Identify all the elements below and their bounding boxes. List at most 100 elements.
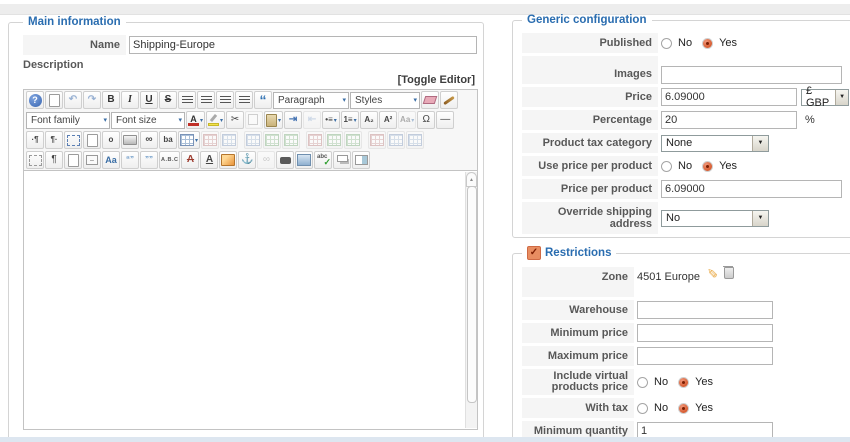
scrollbar-thumb[interactable] (467, 186, 477, 403)
bullet-list-icon[interactable]: •≡ ▾ (322, 111, 341, 129)
warehouse-input[interactable] (637, 301, 773, 319)
published-yes-radio[interactable] (702, 37, 714, 49)
unlink-icon[interactable]: ∞ (257, 151, 276, 169)
price-per-product-input[interactable] (661, 180, 842, 198)
insert-column-before-icon[interactable] (325, 131, 344, 149)
insert-column-after-icon[interactable] (344, 131, 363, 149)
align-right-icon[interactable] (216, 91, 234, 109)
source-code-icon[interactable]: o (102, 131, 120, 149)
maximum-price-input[interactable] (637, 347, 773, 365)
insert-media-icon[interactable] (295, 151, 314, 169)
find-replace-icon[interactable]: ba (159, 131, 177, 149)
name-input[interactable] (129, 36, 477, 54)
product-tax-category-select[interactable]: None ▼ (661, 134, 769, 152)
horizontal-rule-icon[interactable]: — (436, 111, 455, 129)
preview-icon[interactable] (83, 131, 101, 149)
insertion-icon[interactable]: A (200, 151, 219, 169)
insert-table-icon[interactable]: ▾ (178, 131, 201, 149)
percentage-input[interactable] (661, 111, 797, 129)
underline-icon[interactable]: U (140, 91, 158, 109)
style-props-icon[interactable]: Aa (102, 151, 120, 169)
align-center-icon[interactable] (197, 91, 215, 109)
nonbreaking-space-icon[interactable] (276, 151, 295, 169)
font-family-select[interactable]: Font family ▾ (26, 111, 110, 129)
align-left-icon[interactable] (178, 91, 196, 109)
subscript-icon[interactable]: A₂ (360, 111, 379, 129)
editor-content-area[interactable]: ▲ (24, 170, 477, 429)
insert-row-after-icon[interactable] (282, 131, 301, 149)
restrictions-checkbox[interactable]: ✓ (527, 246, 541, 260)
delete-table-icon[interactable] (201, 131, 220, 149)
cite-icon[interactable]: “” (121, 151, 139, 169)
main-information-legend: Main information (28, 16, 121, 28)
delete-row-icon[interactable] (306, 131, 325, 149)
deletion-icon[interactable]: A (181, 151, 200, 169)
editor-scrollbar[interactable]: ▲ (465, 172, 477, 428)
ltr-icon[interactable]: ·¶ (26, 131, 44, 149)
zone-edit-icon[interactable]: ✎ (704, 268, 719, 279)
insert-row-before-icon[interactable] (263, 131, 282, 149)
redo-icon[interactable]: ↷ (83, 91, 101, 109)
currency-select[interactable]: £ GBP ▼ (801, 85, 849, 109)
strikethrough-icon[interactable]: S (159, 91, 177, 109)
price-input[interactable] (661, 88, 797, 106)
blockquote-icon[interactable]: “ (254, 91, 272, 109)
edit-attributes-icon[interactable] (64, 151, 82, 169)
undo-icon[interactable]: ↶ (64, 91, 82, 109)
minimum-price-input[interactable] (637, 324, 773, 342)
visual-chars-icon[interactable]: ¶ (45, 151, 63, 169)
layer-properties-icon[interactable] (352, 151, 371, 169)
published-row: Published No Yes (522, 33, 850, 53)
row-properties-icon[interactable] (220, 131, 239, 149)
rtl-icon[interactable]: ¶· (45, 131, 63, 149)
remove-format-icon[interactable] (421, 91, 439, 109)
insert-layer-icon[interactable] (333, 151, 352, 169)
fullscreen-icon[interactable] (64, 131, 82, 149)
cut-icon[interactable]: ✂ (226, 111, 245, 129)
italic-icon[interactable]: I (121, 91, 139, 109)
use-price-per-product-yes-radio[interactable] (702, 160, 714, 172)
numbered-list-icon[interactable]: 1≡ ▾ (341, 111, 360, 129)
paste-icon[interactable]: ▾ (264, 111, 284, 129)
format-select[interactable]: Paragraph ▾ (273, 91, 349, 109)
merge-cells-icon[interactable] (406, 131, 425, 149)
inline-quote-icon[interactable]: ”” (140, 151, 158, 169)
toggle-editor-link[interactable]: [Toggle Editor] (398, 74, 475, 86)
override-shipping-address-select[interactable]: No ▼ (661, 209, 769, 227)
zone-delete-icon[interactable] (722, 266, 734, 279)
styles-select[interactable]: Styles ▾ (350, 91, 420, 109)
text-case-icon[interactable]: Aa ▾ (398, 111, 417, 129)
highlight-color-icon[interactable]: ▾ (206, 111, 226, 129)
use-price-per-product-no-radio[interactable] (661, 160, 672, 172)
outdent-icon[interactable]: ⇤ (303, 111, 322, 129)
with-tax-no-radio[interactable] (637, 402, 648, 414)
published-no-radio[interactable] (661, 37, 672, 49)
special-character-icon[interactable]: Ω (417, 111, 436, 129)
spellcheck-icon[interactable]: abc ✓ (314, 151, 333, 169)
align-justify-icon[interactable] (235, 91, 253, 109)
bold-icon[interactable]: B (102, 91, 120, 109)
find-icon[interactable]: ∞ (140, 131, 158, 149)
visual-aid-icon[interactable] (26, 151, 44, 169)
split-cells-icon[interactable] (387, 131, 406, 149)
include-virtual-no-radio[interactable] (637, 376, 648, 388)
insert-image-icon[interactable] (219, 151, 238, 169)
scrollbar-up-arrow-icon[interactable]: ▲ (466, 172, 477, 187)
include-virtual-yes-radio[interactable] (678, 376, 690, 388)
indent-icon[interactable]: ⇥ (284, 111, 303, 129)
text-color-icon[interactable]: A ▾ (186, 111, 206, 129)
emotions-icon[interactable]: – (83, 151, 101, 169)
images-input[interactable] (661, 66, 842, 84)
anchor-icon[interactable]: ⚓ (238, 151, 257, 169)
new-document-icon[interactable] (45, 91, 63, 109)
delete-column-icon[interactable] (368, 131, 387, 149)
font-size-select[interactable]: Font size ▾ (111, 111, 185, 129)
superscript-icon[interactable]: A² (379, 111, 398, 129)
abbreviation-icon[interactable]: A.B.C (159, 151, 181, 169)
copy-icon[interactable] (245, 111, 264, 129)
cleanup-icon[interactable] (440, 91, 458, 109)
with-tax-yes-radio[interactable] (678, 402, 690, 414)
help-icon[interactable]: ? (26, 91, 44, 109)
print-icon[interactable] (121, 131, 139, 149)
cell-properties-icon[interactable] (244, 131, 263, 149)
